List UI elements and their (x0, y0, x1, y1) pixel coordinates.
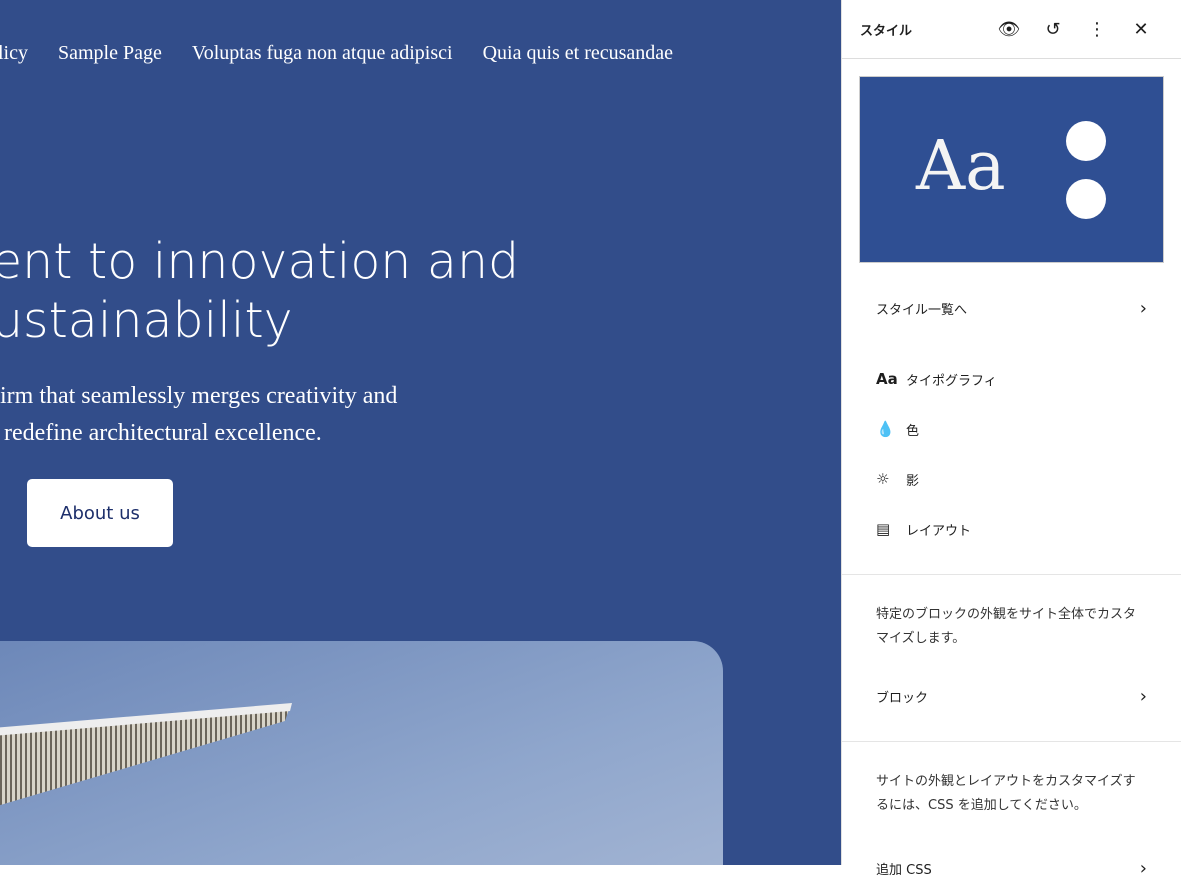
editor-canvas: olicy Sample Page Voluptas fuga non atqu… (0, 0, 841, 865)
menu-item-typography[interactable]: Aa タイポグラフィ (842, 354, 1181, 404)
nav-link[interactable]: Quia quis et recusandae (483, 42, 673, 65)
browse-styles-label: スタイル一覧へ (876, 302, 968, 318)
history-icon[interactable]: ↺ (1031, 19, 1075, 40)
sun-icon: ☼ (876, 470, 890, 488)
menu-item-layout[interactable]: ▤ レイアウト (842, 504, 1181, 554)
building-illustration (0, 703, 292, 806)
styles-panel: スタイル 👁 ↺ ⋮ ✕ Aa スタイル一覧へ › Aa タイポグラフィ 💧 色 ☼… (841, 0, 1181, 879)
menu-item-shadow[interactable]: ☼ 影 (842, 454, 1181, 504)
style-preview[interactable]: Aa (859, 76, 1164, 263)
site-navigation: olicy Sample Page Voluptas fuga non atqu… (0, 42, 673, 65)
panel-title: スタイル (860, 23, 913, 39)
blocks-label: ブロック (876, 690, 929, 706)
additional-css-label: 追加 CSS (876, 862, 932, 878)
chevron-right-icon: › (1139, 297, 1147, 319)
layout-icon: ▤ (876, 520, 891, 538)
blocks-description: 特定のブロックの外観をサイト全体でカスタマイズします。 (876, 607, 1137, 646)
droplet-icon: 💧 (876, 420, 895, 438)
nav-link[interactable]: Sample Page (58, 42, 162, 65)
nav-link[interactable]: olicy (0, 42, 28, 65)
color-dot (1066, 179, 1106, 219)
menu-item-color[interactable]: 💧 色 (842, 404, 1181, 454)
menu-item-label: タイポグラフィ (906, 373, 997, 389)
color-dot (1066, 121, 1106, 161)
preview-text: Aa (916, 127, 1006, 206)
menu-item-label: 影 (906, 473, 920, 489)
close-icon[interactable]: ✕ (1119, 19, 1163, 40)
chevron-right-icon: › (1139, 857, 1147, 879)
nav-link[interactable]: Voluptas fuga non atque adipisci (192, 42, 453, 65)
hero-image (0, 641, 723, 865)
css-description: サイトの外観とレイアウトをカスタマイズするには、CSS を追加してください。 (876, 774, 1136, 813)
blocks-item[interactable]: ブロック › (842, 671, 1181, 721)
hero-subtext: firm that seamlessly merges creativity a… (0, 383, 398, 446)
chevron-right-icon: › (1139, 685, 1147, 707)
hero-heading: ent to innovation and ustainability (0, 233, 520, 349)
divider (842, 741, 1181, 742)
panel-header: スタイル 👁 ↺ ⋮ ✕ (842, 0, 1181, 59)
divider (842, 574, 1181, 575)
menu-item-label: 色 (906, 423, 920, 439)
menu-item-label: レイアウト (906, 523, 972, 539)
typography-icon: Aa (876, 370, 898, 388)
additional-css-item[interactable]: 追加 CSS › (842, 843, 1181, 893)
browse-styles-item[interactable]: スタイル一覧へ › (842, 283, 1181, 333)
eye-icon[interactable]: 👁 (987, 19, 1031, 40)
about-us-button[interactable]: About us (27, 479, 173, 547)
more-vertical-icon[interactable]: ⋮ (1075, 19, 1119, 40)
